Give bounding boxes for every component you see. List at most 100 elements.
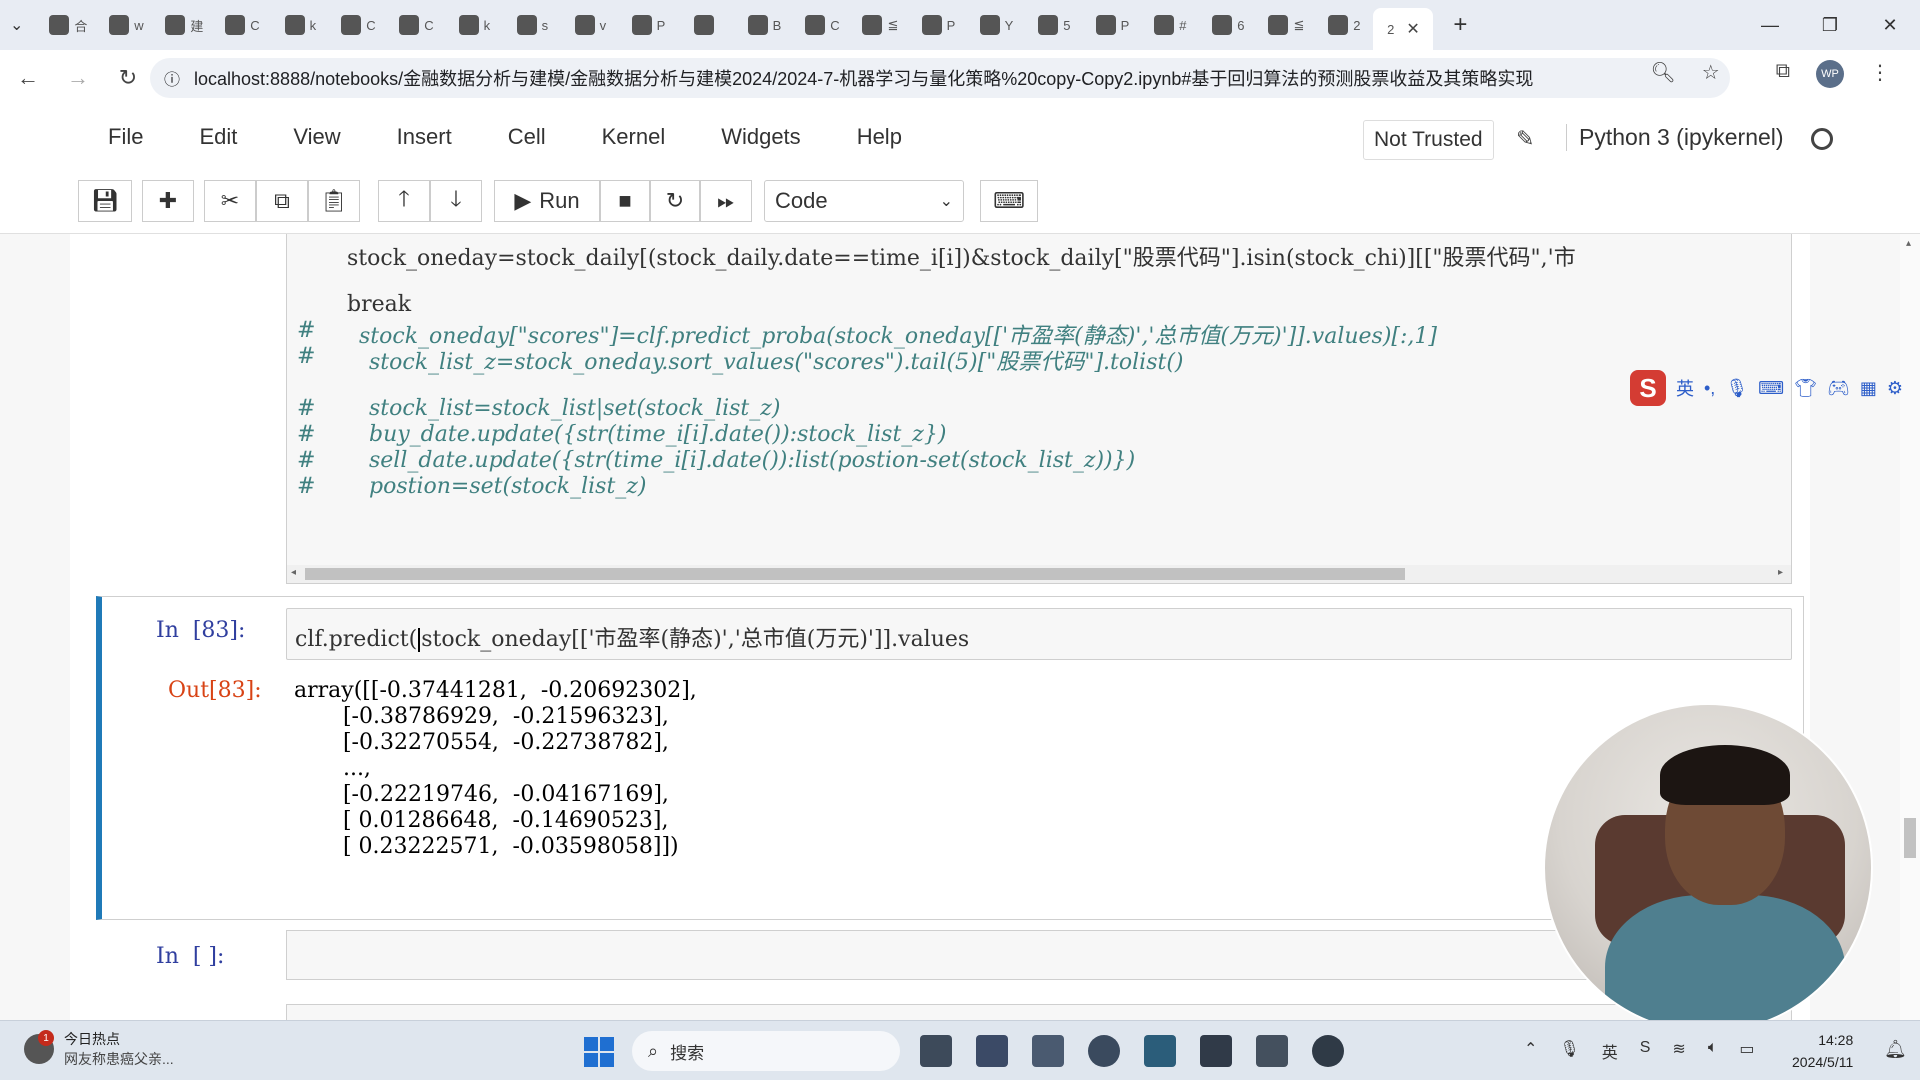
browser-tab[interactable]: k [445,7,503,43]
file-explorer-icon[interactable] [976,1035,1008,1067]
game-icon[interactable]: 🎮︎ [1827,378,1850,399]
browser-menu-icon[interactable]: ⋮ [1870,60,1890,88]
app-icon-1[interactable] [920,1035,952,1067]
interrupt-button[interactable]: ■ [600,180,650,222]
browser-tab[interactable]: s [503,7,561,43]
menu-edit[interactable]: Edit [199,124,237,150]
microphone-icon[interactable]: 🎙︎ [1725,378,1748,399]
copy-button[interactable]: ⧉ [256,180,308,222]
cell-input-editor[interactable]: clf.predict(stock_oneday[['市盈率(静态)','总市值… [286,608,1792,660]
cell-type-select[interactable]: Code ⌄ [764,180,964,222]
browser-tab[interactable]: C [329,7,387,43]
horizontal-scrollbar[interactable]: ◂ ▸ [287,565,1791,583]
tray-mic-icon[interactable]: 🎙︎ [1559,1039,1579,1063]
ime-punctuation[interactable]: •, [1704,378,1715,399]
restart-run-all-button[interactable]: ⏩︎ [700,180,752,222]
tab-list-chevron-icon[interactable]: ⌄ [10,15,23,35]
browser-tab[interactable]: C [213,7,271,43]
trust-status-button[interactable]: Not Trusted [1363,120,1494,160]
scroll-left-icon[interactable]: ◂ [291,567,296,578]
scroll-right-icon[interactable]: ▸ [1778,567,1783,578]
back-arrow-icon[interactable]: ← [6,56,50,100]
close-tab-icon[interactable]: ✕ [1406,19,1419,39]
page-scrollbar-thumb[interactable] [1904,818,1916,858]
taskbar-search[interactable]: ⌕ 搜索 [632,1031,900,1071]
browser-tab[interactable]: # [1141,7,1199,43]
tray-chevron-up-icon[interactable]: ⌃ [1524,1039,1537,1063]
browser-tab[interactable]: v [561,7,619,43]
browser-tab[interactable]: 建 [155,7,213,43]
browser-tab[interactable]: ≦ [851,7,909,43]
news-widget[interactable]: 1 今日热点 网友称患癌父亲... [24,1029,174,1069]
browser-tab[interactable]: 5 [1025,7,1083,43]
sogou-logo-icon[interactable]: S [1630,370,1666,406]
grid-icon[interactable]: ▦ [1860,378,1877,399]
code-cell-above[interactable]: ◂ ▸ stock_oneday=stock_daily[(stock_dail… [286,234,1792,584]
reload-icon[interactable]: ↻ [106,56,150,100]
terminal-icon[interactable] [1200,1035,1232,1067]
ime-mode[interactable]: 英 [1676,375,1694,401]
browser-tab[interactable] [677,7,735,43]
zoom-icon[interactable]: 🔍︎ [1650,60,1675,88]
site-info-icon[interactable]: ⓘ [164,66,180,90]
restart-button[interactable]: ↻ [650,180,700,222]
skin-icon[interactable]: 👕︎ [1794,378,1817,399]
menu-widgets[interactable]: Widgets [721,124,800,150]
start-button[interactable] [584,1037,614,1067]
browser-tab[interactable]: B [735,7,793,43]
browser-tab[interactable]: C [793,7,851,43]
extensions-icon[interactable]: ⧉ [1776,60,1790,88]
notification-bell-icon[interactable]: 🔔︎ [1884,1039,1907,1060]
minimize-icon[interactable]: — [1740,0,1800,50]
restore-icon[interactable]: ❐ [1800,0,1860,50]
url-input[interactable]: ⓘ localhost:8888/notebooks/金融数据分析与建模/金融数… [150,58,1730,98]
page-vertical-scrollbar[interactable]: ▴ [1900,234,1920,1020]
wps-icon[interactable] [1256,1035,1288,1067]
next-code-cell[interactable] [286,1004,1792,1020]
tray-sogou-icon[interactable]: S [1640,1039,1651,1063]
cut-button[interactable]: ✂ [204,180,256,222]
new-tab-button[interactable]: + [1453,11,1467,39]
move-down-button[interactable]: 🡓 [430,180,482,222]
app-icon-8[interactable] [1312,1035,1344,1067]
run-button[interactable]: ▶ Run [494,180,600,222]
menu-file[interactable]: File [108,124,143,150]
browser-tab[interactable]: ≦ [1257,7,1315,43]
bookmark-star-icon[interactable]: ☆ [1702,60,1720,88]
volume-icon[interactable]: 🔈︎ [1708,1039,1718,1063]
keyboard-icon[interactable]: ⌨ [1758,378,1784,399]
move-up-button[interactable]: 🡑 [378,180,430,222]
menu-view[interactable]: View [293,124,340,150]
app-icon-3[interactable] [1032,1035,1064,1067]
browser-tab[interactable]: P [909,7,967,43]
paste-button[interactable]: 📋︎ [308,180,360,222]
menu-insert[interactable]: Insert [397,124,452,150]
browser-tab[interactable]: 合 [39,7,97,43]
scrollbar-thumb[interactable] [305,568,1405,580]
insert-cell-button[interactable]: ✚ [142,180,194,222]
browser-tab[interactable]: Y [967,7,1025,43]
app-icon-5[interactable] [1144,1035,1176,1067]
menu-help[interactable]: Help [857,124,902,150]
profile-avatar[interactable]: WP [1816,60,1844,88]
clock[interactable]: 14:28 2024/5/11 [1792,1029,1853,1073]
tray-ime-icon[interactable]: 英 [1602,1039,1618,1063]
menu-kernel[interactable]: Kernel [602,124,666,150]
browser-tab[interactable]: k [271,7,329,43]
browser-tab[interactable]: 2 [1315,7,1373,43]
browser-tab[interactable]: P [619,7,677,43]
browser-tab[interactable]: C [387,7,445,43]
forward-arrow-icon[interactable]: → [56,56,100,100]
edit-pencil-icon[interactable]: ✎ [1516,126,1534,152]
wifi-icon[interactable]: ≋ [1672,1039,1685,1063]
browser-tab[interactable]: P [1083,7,1141,43]
settings-icon[interactable]: ⚙ [1887,378,1903,399]
close-window-icon[interactable]: ✕ [1860,0,1920,50]
menu-cell[interactable]: Cell [508,124,546,150]
chrome-icon[interactable] [1088,1035,1120,1067]
browser-tab-active[interactable]: 2 ✕ [1373,8,1434,50]
save-button[interactable]: 💾︎ [78,180,132,222]
command-palette-button[interactable]: ⌨ [980,180,1038,222]
browser-tab[interactable]: 6 [1199,7,1257,43]
battery-icon[interactable]: ▭ [1739,1039,1754,1063]
